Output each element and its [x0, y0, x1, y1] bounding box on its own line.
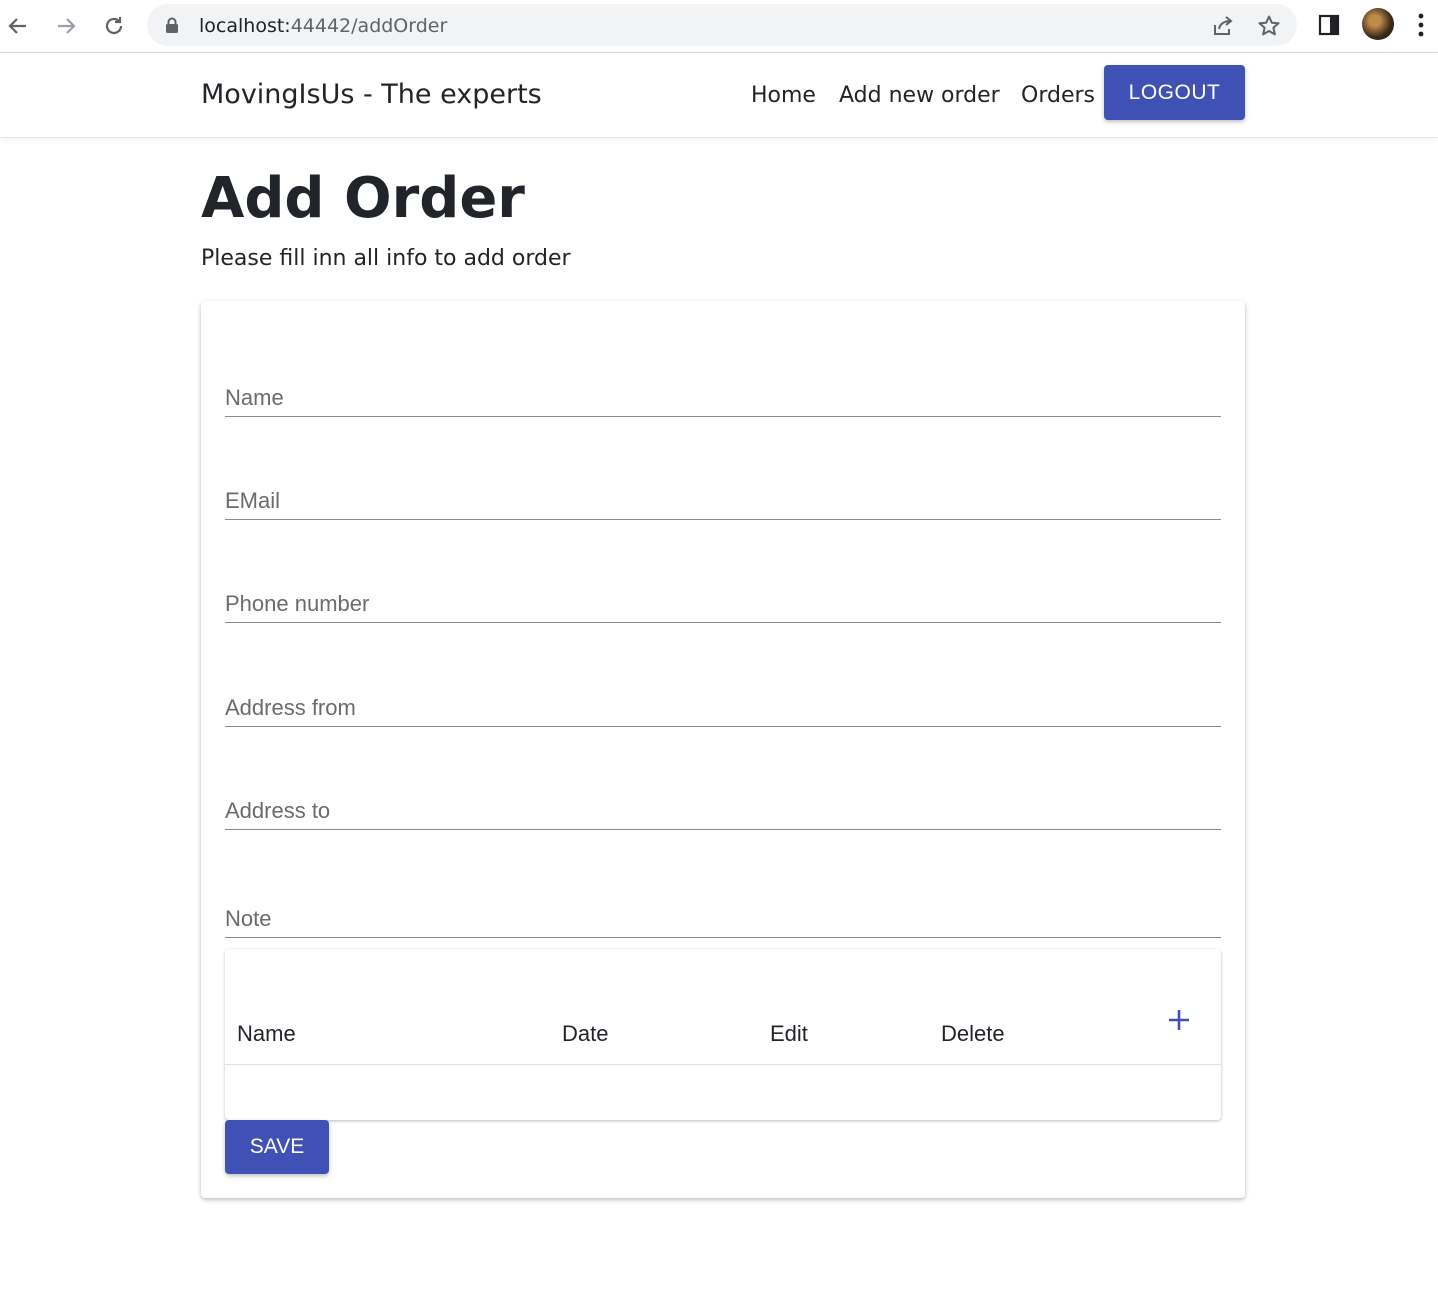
phone-input[interactable] — [225, 572, 1221, 622]
note-input[interactable] — [225, 887, 1221, 937]
save-button[interactable]: SAVE — [225, 1120, 329, 1174]
address-bar[interactable]: localhost:44442/addOrder — [147, 4, 1297, 46]
column-header-edit[interactable]: Edit — [770, 1021, 808, 1047]
app-navbar: MovingIsUs - The experts Home Add new or… — [0, 53, 1438, 138]
note-field[interactable] — [225, 887, 1221, 938]
share-icon[interactable] — [1211, 14, 1235, 43]
address-to-input[interactable] — [225, 779, 1221, 829]
order-form-card: Name Date Edit Delete SAVE — [201, 301, 1245, 1198]
email-field[interactable] — [225, 469, 1221, 520]
page-title: Add Order — [201, 166, 525, 231]
add-item-button[interactable] — [1163, 1006, 1195, 1038]
brand-title[interactable]: MovingIsUs - The experts — [201, 79, 542, 110]
back-icon[interactable] — [4, 12, 32, 40]
address-to-field[interactable] — [225, 779, 1221, 830]
address-from-input[interactable] — [225, 676, 1221, 726]
side-panel-icon[interactable] — [1318, 14, 1340, 41]
name-field[interactable] — [225, 366, 1221, 417]
column-header-delete[interactable]: Delete — [941, 1021, 1005, 1047]
email-input[interactable] — [225, 469, 1221, 519]
reload-icon[interactable] — [100, 12, 128, 40]
logout-button[interactable]: LOGOUT — [1104, 65, 1245, 120]
plus-icon — [1167, 1008, 1191, 1037]
address-from-field[interactable] — [225, 676, 1221, 727]
name-input[interactable] — [225, 366, 1221, 416]
star-icon[interactable] — [1257, 14, 1281, 43]
profile-avatar[interactable] — [1362, 8, 1394, 40]
url-text[interactable]: localhost:44442/addOrder — [199, 15, 447, 37]
table-header-divider — [225, 1064, 1221, 1065]
page-subtitle: Please fill inn all info to add order — [201, 246, 571, 271]
phone-field[interactable] — [225, 572, 1221, 623]
nav-link-add-new-order[interactable]: Add new order — [839, 83, 1000, 108]
forward-icon[interactable] — [52, 12, 80, 40]
column-header-name[interactable]: Name — [237, 1021, 296, 1047]
items-table: Name Date Edit Delete — [225, 949, 1221, 1120]
column-header-date[interactable]: Date — [562, 1021, 608, 1047]
nav-link-orders[interactable]: Orders — [1021, 83, 1095, 108]
menu-dots-icon[interactable] — [1418, 12, 1424, 43]
nav-link-home[interactable]: Home — [751, 83, 816, 108]
browser-toolbar: localhost:44442/addOrder — [0, 0, 1438, 53]
lock-icon[interactable] — [165, 17, 179, 38]
